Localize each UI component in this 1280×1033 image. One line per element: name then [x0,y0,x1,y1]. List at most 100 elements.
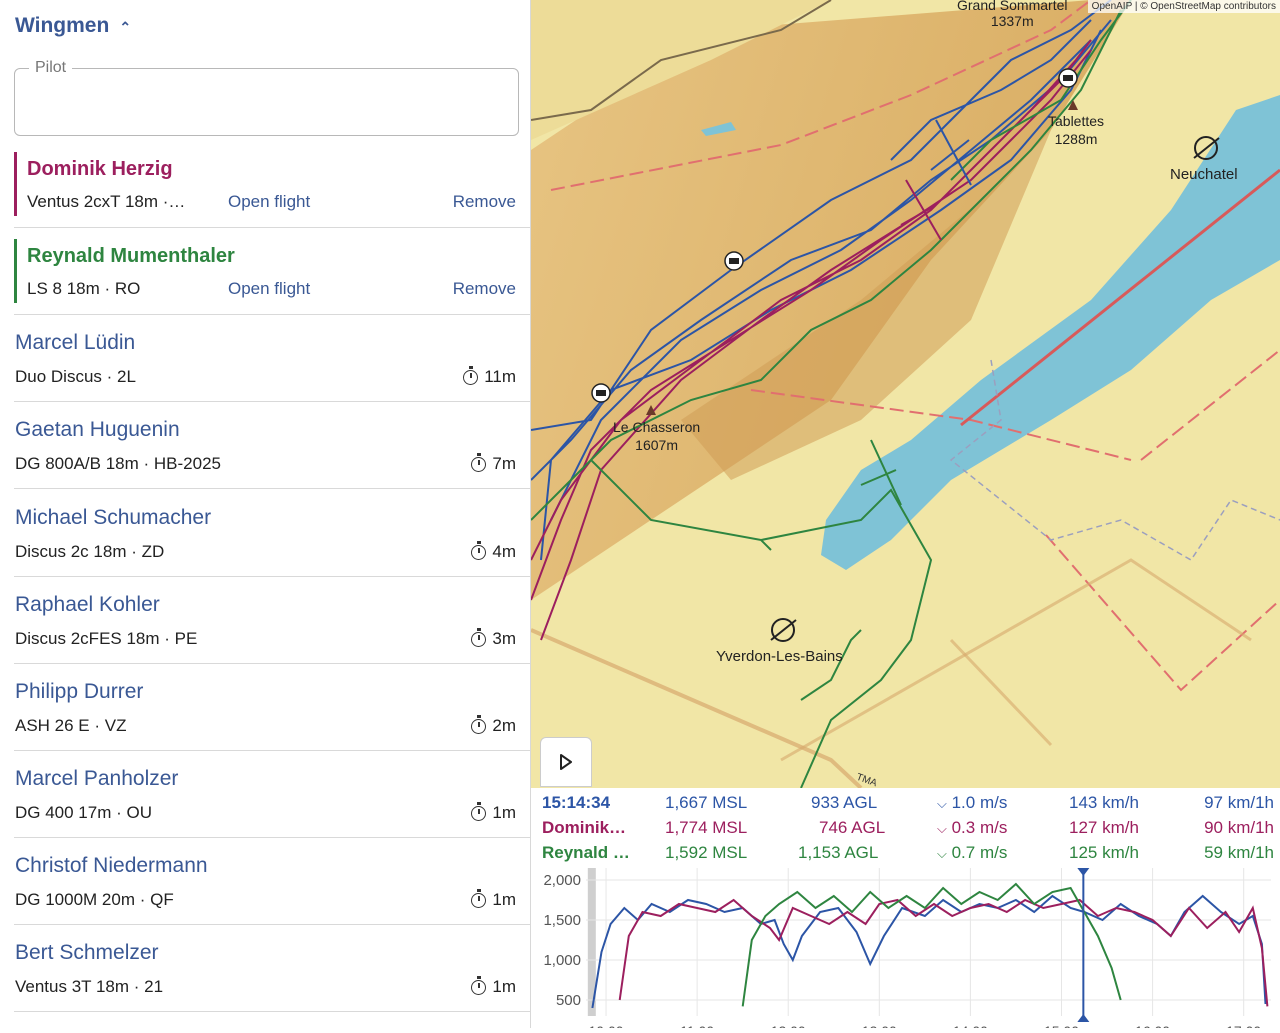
stopwatch-icon [471,975,487,995]
stats-avg: 90 km/1h [1204,818,1274,837]
pilot-name[interactable]: Christof Niedermann [15,854,208,878]
stopwatch-icon [471,714,487,734]
pilot-time: 3m [471,627,516,649]
stopwatch-icon [471,627,487,647]
pilot-name[interactable]: Michael Schumacher [15,506,211,530]
pilot-list-item[interactable]: Raphael Kohler Discus 2cFES 18m · PE 3m [15,577,516,663]
pilot-input-label: Pilot [29,59,73,77]
divider [14,488,530,489]
pilot-name[interactable]: Marcel Panholzer [15,767,178,791]
remove-wingman-link[interactable]: Remove [453,192,516,212]
pilot-name[interactable]: Gaetan Huguenin [15,418,180,442]
pilot-glider: DG 1000M 20m · QF [15,890,174,909]
stats-msl: 1,774 MSL [665,818,748,837]
barogram-svg[interactable]: 2,000 1,500 1,000 500 10:00 11:00 12:00 13:00 14… [531,866,1280,1033]
pilot-list-item[interactable]: Marcel Panholzer DG 400 17m · OU 1m [15,751,516,837]
stats-label: 15:14:34 [542,793,611,812]
pilot-list-item[interactable]: Bert Schmelzer Ventus 3T 18m · 21 1m [15,925,516,1011]
pilot-list-item[interactable]: Michael Schumacher Discus 2c 18m · ZD 4m [15,490,516,576]
stats-msl: 1,592 MSL [665,843,748,862]
divider [14,1011,530,1012]
wingman-item: Dominik Herzig Ventus 2cxT 18m ·… Open f… [14,152,516,216]
x-tick-label: 16:00 [1135,1023,1170,1028]
x-tick-label: 13:00 [862,1023,897,1028]
pilot-list-item[interactable]: Philipp Durrer ASH 26 E · VZ 2m [15,664,516,750]
open-flight-link[interactable]: Open flight [228,279,310,299]
play-button[interactable] [540,737,592,787]
pilot-name[interactable]: Raphael Kohler [15,593,160,617]
chevron-up-icon[interactable]: ⌃ [119,19,131,36]
pilot-glider: ASH 26 E · VZ [15,716,127,735]
stopwatch-icon [471,888,487,908]
pilot-time-value: 2m [492,716,516,735]
map-attribution[interactable]: OpenAIP | © OpenStreetMap contributors [1087,0,1280,13]
x-tick-label: 12:00 [771,1023,806,1028]
pilot-glider: Discus 2cFES 18m · PE [15,629,198,648]
pilot-input[interactable]: Pilot [14,59,519,136]
wingmen-header[interactable]: Wingmen ⌃ [15,14,131,38]
stats-vario-value: 0.7 m/s [951,843,1008,862]
map-label-altitude: 1607m [635,437,678,453]
wingmen-title[interactable]: Wingmen [15,14,109,38]
pilot-time-value: 1m [492,977,516,996]
stats-vario-value: 0.3 m/s [951,818,1008,837]
map-label-name: Le Chasseron [613,419,701,435]
map-label: Yverdon-Les-Bains [716,648,843,665]
x-tick-label: 17:00 [1226,1023,1261,1028]
map-label: Neuchatel [1170,166,1238,183]
pilot-time: 7m [471,452,516,474]
stats-label: Dominik… [542,818,627,837]
pilot-list-item[interactable]: Christof Niedermann DG 1000M 20m · QF 1m [15,838,516,924]
camera-marker-icon[interactable] [591,383,611,403]
stats-agl: 933 AGL [811,793,878,812]
stats-msl: 1,667 MSL [665,793,748,812]
chevron-down-icon: ⌵ [937,796,947,811]
pilot-name[interactable]: Philipp Durrer [15,680,143,704]
pilot-name[interactable]: Bert Schmelzer [15,941,159,965]
altitude-series-line [591,894,1267,1009]
wingman-item: Reynald Mumenthaler LS 8 18m · RO Open f… [14,239,516,303]
pilot-list-item[interactable]: Gaetan Huguenin DG 800A/B 18m · HB-2025 … [15,402,516,488]
stats-speed: 127 km/h [1069,818,1139,837]
map-label-altitude: 1337m [990,13,1034,29]
stopwatch-icon [471,452,487,472]
stats-speed: 143 km/h [1069,793,1139,812]
stats-avg: 59 km/1h [1204,843,1274,862]
wingman-color-bar [14,152,17,216]
flight-stats-panel: 15:14:34 1,667 MSL 933 AGL ⌵ 1.0 m/s 143… [531,788,1280,866]
chevron-down-icon: ⌵ [937,821,947,836]
time-cursor-top-marker [1077,868,1090,876]
pilot-time-value: 1m [492,803,516,822]
pilot-time: 1m [471,975,516,997]
pilot-glider: Discus 2c 18m · ZD [15,542,165,561]
pilot-time: 1m [471,801,516,823]
stats-row: Dominik… 1,774 MSL 746 AGL ⌵ 0.3 m/s 127… [531,815,1280,840]
map-label: Grand Sommartel 1337m [957,0,1067,29]
pilot-glider: DG 400 17m · OU [15,803,152,822]
stopwatch-icon [471,540,487,560]
x-tick-label: 15:00 [1044,1023,1079,1028]
stats-vario: ⌵ 0.3 m/s [937,818,1007,838]
wingman-name: Reynald Mumenthaler [27,245,235,267]
remove-wingman-link[interactable]: Remove [453,279,516,299]
wingman-glider: LS 8 18m · RO [27,279,141,298]
play-icon [560,754,572,770]
barogram-chart[interactable]: 2,000 1,500 1,000 500 10:00 11:00 12:00 13:00 14… [531,866,1280,1033]
pilot-name[interactable]: Marcel Lüdin [15,331,135,355]
pilot-time-value: 7m [492,454,516,473]
map-canvas[interactable] [531,0,1280,788]
stats-label: Reynald … [542,843,630,862]
pilot-list-item[interactable]: Marcel Lüdin Duo Discus · 2L 11m [15,315,516,401]
wingman-color-bar [14,239,17,303]
map-label: Le Chasseron 1607m [613,418,700,454]
open-flight-link[interactable]: Open flight [228,192,310,212]
camera-marker-icon[interactable] [724,251,744,271]
stats-agl: 1,153 AGL [798,843,879,862]
x-tick-label: 10:00 [589,1023,624,1028]
stats-vario: ⌵ 1.0 m/s [937,793,1007,813]
y-tick-label: 1,000 [543,952,581,969]
pilot-time: 2m [471,714,516,736]
pilot-glider: Ventus 3T 18m · 21 [15,977,164,996]
camera-marker-icon[interactable] [1058,68,1078,88]
flight-map[interactable]: Grand Sommartel 1337m Tablettes 1288m Ne… [531,0,1280,788]
